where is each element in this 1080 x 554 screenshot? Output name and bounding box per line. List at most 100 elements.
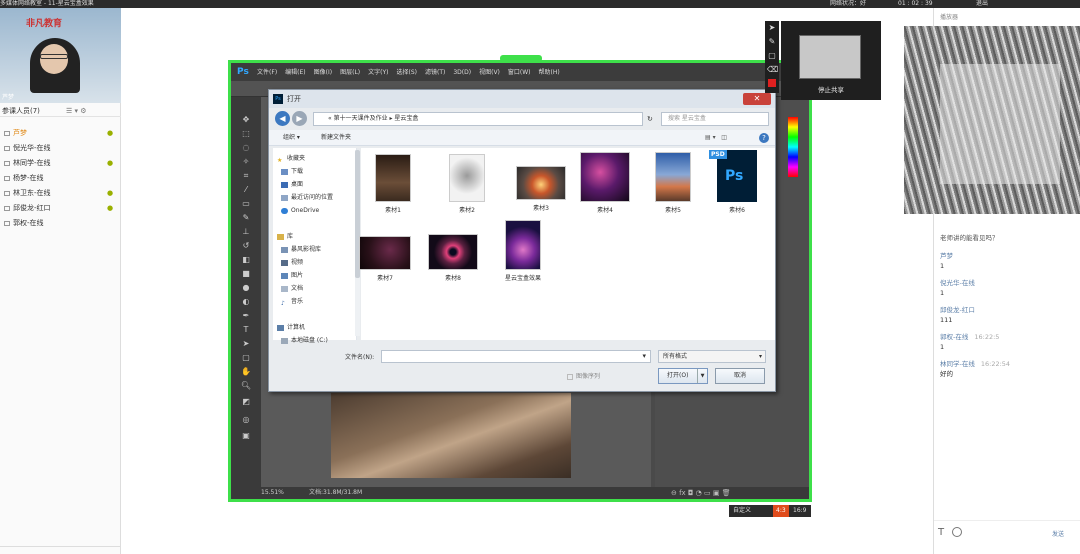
canvas-image [331, 393, 571, 478]
chat-sender: 倪光华-在线 [940, 279, 975, 287]
nav-downloads[interactable]: 下载 [281, 167, 303, 176]
color-spectrum[interactable] [788, 117, 798, 177]
list-menu-icon[interactable]: ☰ ▾ ⚙ [66, 105, 87, 117]
ps-menu-item[interactable]: 选择(S) [397, 64, 418, 82]
filename-input[interactable]: ▾ [381, 350, 651, 363]
color-swatch-icon[interactable]: ◩ [240, 397, 252, 407]
ratio-custom[interactable]: 自定义 [733, 505, 751, 517]
participant-row[interactable]: 林同学-在线 ● [0, 156, 121, 170]
participant-row[interactable]: 杨梦-在线 [0, 171, 121, 185]
participant-row[interactable]: 郭权-在线 [0, 216, 121, 230]
file-item[interactable]: 素材5 [641, 152, 705, 214]
cancel-button[interactable]: 取消 [715, 368, 765, 384]
nav-local-disk[interactable]: 本地磁盘 (C:) [281, 336, 328, 345]
organize-button[interactable]: 组织 ▾ [283, 130, 300, 146]
history-brush-icon[interactable]: ↺ [240, 241, 252, 251]
shape-tool-icon[interactable]: ▢ [240, 353, 252, 363]
chat-sender: 林同学-在线 16:22:54 [940, 360, 1011, 368]
ps-menu-item[interactable]: 3D(D) [453, 64, 471, 82]
address-bar[interactable]: « 第十一天课件及作业 ▸ 星云宝盒 [313, 112, 643, 126]
participant-row[interactable]: 林卫东-在线 ● [0, 186, 121, 200]
nav-favorites[interactable]: ★ 收藏夹 [277, 154, 305, 164]
quick-mask-icon[interactable]: ◎ [240, 415, 252, 425]
pointer-icon[interactable]: ➤ [767, 23, 777, 33]
file-item[interactable]: 素材1 [361, 154, 425, 214]
participant-row[interactable]: 芦梦 ● [0, 126, 121, 140]
file-item[interactable]: PSD Ps 素材6 [705, 150, 769, 214]
nav-documents[interactable]: 文档 [281, 284, 303, 293]
stop-share-button[interactable]: 停止共享 [781, 84, 881, 94]
image-sequence-checkbox[interactable]: 图像序列 [567, 371, 600, 380]
file-item[interactable]: 星云宝盒效果 [491, 220, 555, 282]
ratio-16-9[interactable]: 16:9 [793, 505, 806, 517]
nav-recent[interactable]: 最近访问的位置 [281, 193, 333, 202]
marquee-tool-icon[interactable]: ⬚ [240, 129, 252, 139]
refresh-icon[interactable]: ↻ [647, 112, 657, 126]
eraser-tool-icon[interactable]: ◧ [240, 255, 252, 265]
nav-desktop[interactable]: 桌面 [281, 180, 303, 189]
pen-tool-icon[interactable]: ✒ [240, 311, 252, 321]
ps-menu-item[interactable]: 编辑(E) [285, 64, 305, 82]
move-tool-icon[interactable]: ✥ [240, 115, 252, 125]
file-item[interactable]: 素材4 [573, 152, 637, 214]
ps-menu-item[interactable]: 文字(Y) [368, 64, 388, 82]
type-tool-icon[interactable]: T [240, 325, 252, 335]
file-item[interactable]: 素材7 [353, 236, 417, 282]
emoji-icon[interactable] [952, 527, 962, 537]
file-item[interactable]: 素材3 [509, 166, 573, 212]
microphone-icon: ● [107, 129, 114, 137]
ps-menu-item[interactable]: 视图(V) [479, 64, 500, 82]
open-dropdown-icon[interactable]: ▼ [697, 369, 707, 383]
ps-menu-item[interactable]: 滤镜(T) [425, 64, 445, 82]
eyedropper-icon[interactable]: ⁄ [240, 185, 252, 195]
view-options-icon[interactable]: ▤ ▾ ◫ [705, 130, 727, 146]
eraser-icon[interactable]: ⌫ [767, 65, 778, 75]
hand-tool-icon[interactable]: ✋ [240, 367, 252, 377]
lasso-tool-icon[interactable]: ◌ [240, 143, 252, 153]
help-icon[interactable]: ? [759, 133, 769, 143]
participant-row[interactable]: 邱俊龙-红口 ● [0, 201, 121, 215]
ps-menu-item[interactable]: 图层(L) [340, 64, 360, 82]
text-format-icon[interactable]: T [938, 527, 944, 538]
zoom-level[interactable]: 15.51% [261, 487, 284, 499]
nav-computer[interactable]: 计算机 [277, 323, 305, 332]
healing-icon[interactable]: ▭ [240, 199, 252, 209]
rectangle-icon[interactable]: ▢ [767, 51, 777, 61]
pen-icon[interactable]: ✎ [767, 37, 777, 47]
exit-button[interactable]: 退出 [976, 0, 988, 8]
nav-video-lib[interactable]: 暴风影视库 [281, 245, 321, 254]
new-folder-button[interactable]: 新建文件夹 [321, 130, 351, 146]
search-input[interactable]: 搜索 星云宝盒 [661, 112, 769, 126]
ps-menu-item[interactable]: 图像(I) [314, 64, 332, 82]
nav-pictures[interactable]: 图片 [281, 271, 303, 280]
ratio-4-3[interactable]: 4:3 [773, 505, 789, 517]
open-button[interactable]: 打开(O) ▼ [658, 368, 708, 384]
participant-row[interactable]: 倪光华-在线 [0, 141, 121, 155]
path-select-icon[interactable]: ➤ [240, 339, 252, 349]
nav-onedrive[interactable]: OneDrive [281, 206, 319, 215]
gradient-tool-icon[interactable]: ■ [240, 269, 252, 279]
ps-menu-item[interactable]: 帮助(H) [539, 64, 560, 82]
nav-libraries[interactable]: 库 [277, 232, 293, 241]
stamp-tool-icon[interactable]: ⊥ [240, 227, 252, 237]
brush-tool-icon[interactable]: ✎ [240, 213, 252, 223]
close-button[interactable]: ✕ [743, 93, 771, 105]
magic-wand-icon[interactable]: ✧ [240, 157, 252, 167]
filetype-select[interactable]: 所有格式 ▾ [658, 350, 766, 363]
nav-videos[interactable]: 视频 [281, 258, 303, 267]
send-button[interactable]: 发送 [1052, 529, 1064, 538]
forward-arrow-icon[interactable]: ▶ [292, 111, 307, 126]
back-arrow-icon[interactable]: ◀ [275, 111, 290, 126]
screen-mode-icon[interactable]: ▣ [240, 431, 252, 441]
dodge-tool-icon[interactable]: ◐ [240, 297, 252, 307]
nav-music[interactable]: ♪ 音乐 [281, 297, 303, 307]
ps-menu-item[interactable]: 文件(F) [257, 64, 277, 82]
zoom-tool-icon[interactable]: 🔍︎ [240, 381, 252, 391]
layer-panel-buttons[interactable]: ⊖ fx ◘ ◔ ▭ ▣ 🗑︎ [671, 487, 809, 499]
blur-tool-icon[interactable]: ● [240, 283, 252, 293]
ps-menu-item[interactable]: 窗口(W) [508, 64, 531, 82]
color-picker-icon[interactable] [768, 79, 776, 87]
file-item[interactable]: 素材2 [435, 154, 499, 214]
crop-tool-icon[interactable]: ⌗ [240, 171, 252, 181]
file-item[interactable]: 素材8 [421, 234, 485, 282]
